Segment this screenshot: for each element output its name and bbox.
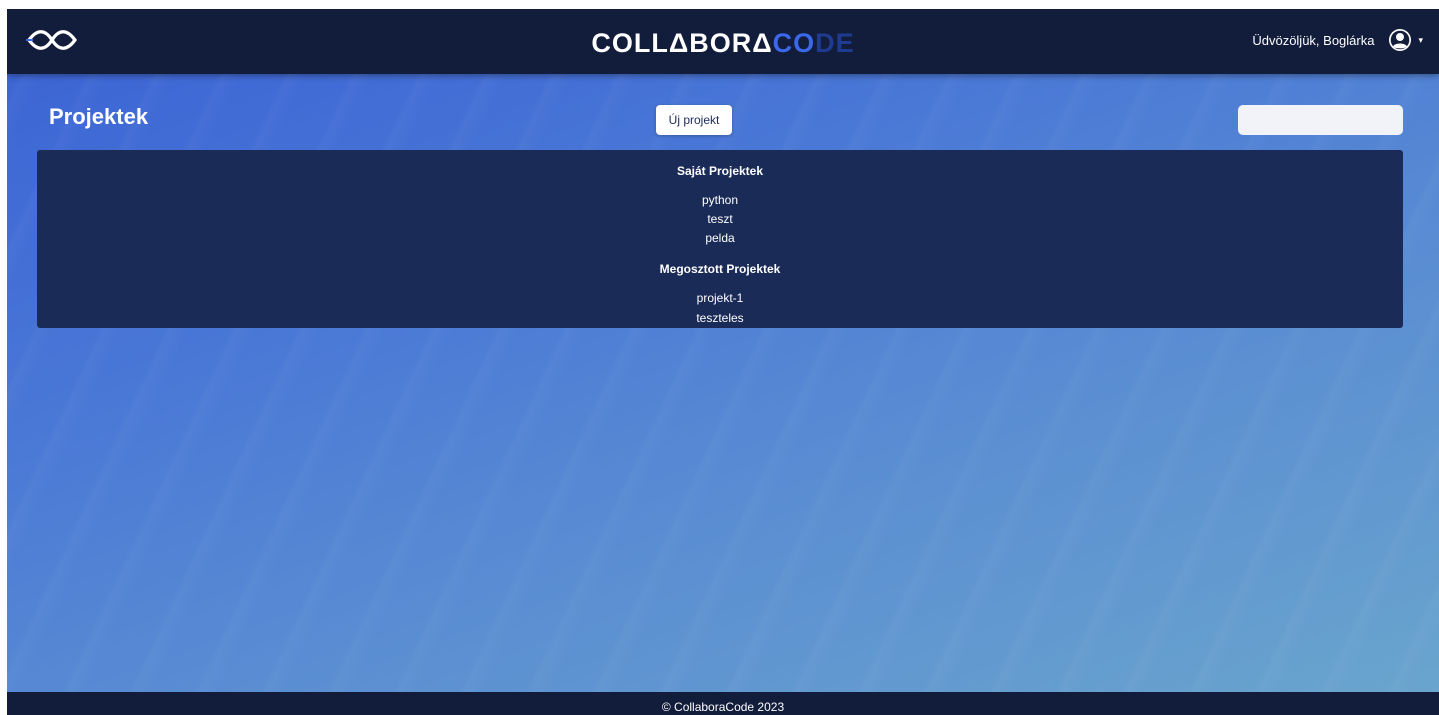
project-link[interactable]: teszt xyxy=(707,212,732,226)
project-item-python[interactable]: python xyxy=(37,193,1403,207)
user-circle-icon[interactable] xyxy=(1388,28,1412,52)
app-frame: COLLΔBORΔCODE Üdvözöljük, Boglárka ▾ Pro… xyxy=(7,9,1439,715)
project-link[interactable]: teszteles xyxy=(696,311,743,325)
project-link[interactable]: python xyxy=(702,193,738,207)
projects-panel: Saját Projektek python teszt pelda Megos… xyxy=(37,150,1403,328)
search-input[interactable] xyxy=(1238,105,1403,135)
greeting-text: Üdvözöljük, Boglárka xyxy=(1252,32,1375,48)
project-link[interactable]: projekt-1 xyxy=(697,291,744,305)
project-item-projekt-1[interactable]: projekt-1 xyxy=(37,291,1403,305)
navbar: COLLΔBORΔCODE Üdvözöljük, Boglárka ▾ xyxy=(7,9,1439,74)
brand-part-1: COLLΔBORΔ xyxy=(591,28,773,58)
project-item-teszt[interactable]: teszt xyxy=(37,212,1403,226)
brand-wordmark[interactable]: COLLΔBORΔCODE xyxy=(7,27,1439,59)
user-menu[interactable]: Üdvözöljük, Boglárka ▾ xyxy=(1252,25,1423,55)
brand-part-2: CO xyxy=(772,28,816,58)
project-item-teszteles[interactable]: teszteles xyxy=(37,311,1403,325)
shared-projects-title: Megosztott Projektek xyxy=(659,262,781,276)
brand-part-3: DE xyxy=(815,28,855,58)
own-projects-title: Saját Projektek xyxy=(676,164,764,178)
copyright-text: © CollaboraCode 2023 xyxy=(661,700,785,714)
project-item-pelda[interactable]: pelda xyxy=(37,231,1403,245)
footer: © CollaboraCode 2023 xyxy=(7,692,1439,715)
project-link[interactable]: pelda xyxy=(705,231,734,245)
chevron-down-icon[interactable]: ▾ xyxy=(1418,35,1423,46)
page-title: Projektek xyxy=(49,104,149,129)
new-project-button[interactable]: Új projekt xyxy=(656,105,732,135)
